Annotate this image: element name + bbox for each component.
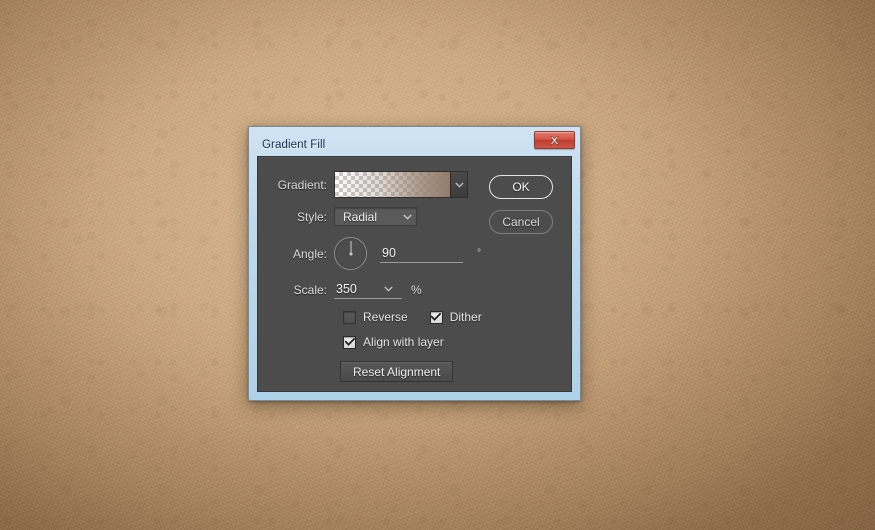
align-with-layer-label: Align with layer <box>363 335 444 349</box>
dialog-body: Gradient: Style: Radial Angle: 90 ° Scal… <box>257 156 572 392</box>
dither-label: Dither <box>449 310 482 324</box>
reset-alignment-button[interactable]: Reset Alignment <box>340 361 454 382</box>
style-value: Radial <box>343 209 378 224</box>
gradient-swatch-overlay <box>335 172 450 197</box>
chevron-down-icon <box>403 213 412 220</box>
close-x-icon <box>549 135 560 144</box>
chevron-down-icon <box>383 286 393 292</box>
scale-dropdown-button[interactable] <box>374 280 402 299</box>
align-with-layer-checkbox[interactable] <box>343 335 356 349</box>
gradient-picker[interactable] <box>334 171 468 198</box>
scale-unit: % <box>411 282 422 297</box>
gradient-label: Gradient: <box>277 177 327 192</box>
angle-row: Angle: 90 ° <box>258 237 571 270</box>
ok-button[interactable]: OK <box>489 175 553 199</box>
check-icon <box>344 338 355 346</box>
gradient-dropdown-button[interactable] <box>450 172 467 197</box>
style-select[interactable]: Radial <box>334 207 417 226</box>
gradient-fill-dialog: Gradient Fill Gradient: Style: Radial An… <box>248 126 581 401</box>
reverse-label: Reverse <box>363 310 408 324</box>
close-button[interactable] <box>534 131 575 149</box>
dialog-title: Gradient Fill <box>262 139 326 151</box>
style-chevron <box>389 213 412 220</box>
align-with-layer-row: Align with layer <box>258 335 571 349</box>
check-icon <box>431 313 442 321</box>
reset-alignment-row: Reset Alignment <box>258 361 571 382</box>
chevron-down-icon <box>454 181 464 188</box>
angle-dial-hub <box>349 252 352 255</box>
dither-checkbox[interactable] <box>429 310 443 324</box>
style-label: Style: <box>296 209 327 224</box>
dialog-action-buttons: OK Cancel <box>489 175 553 234</box>
scale-row: Scale: 350 % <box>258 280 571 299</box>
angle-input[interactable]: 90 <box>380 245 463 263</box>
reverse-dither-row: Reverse Dither <box>258 310 571 324</box>
gradient-swatch[interactable] <box>335 172 450 197</box>
dialog-titlebar[interactable]: Gradient Fill <box>257 131 575 156</box>
angle-unit: ° <box>477 248 481 259</box>
desktop-background: Gradient Fill Gradient: Style: Radial An… <box>0 0 875 530</box>
scale-input[interactable]: 350 <box>334 281 374 299</box>
scale-label: Scale: <box>293 282 327 297</box>
angle-dial-icon[interactable] <box>334 237 367 270</box>
cancel-button[interactable]: Cancel <box>489 210 553 234</box>
reverse-checkbox[interactable] <box>343 310 356 324</box>
angle-label: Angle: <box>292 246 327 261</box>
